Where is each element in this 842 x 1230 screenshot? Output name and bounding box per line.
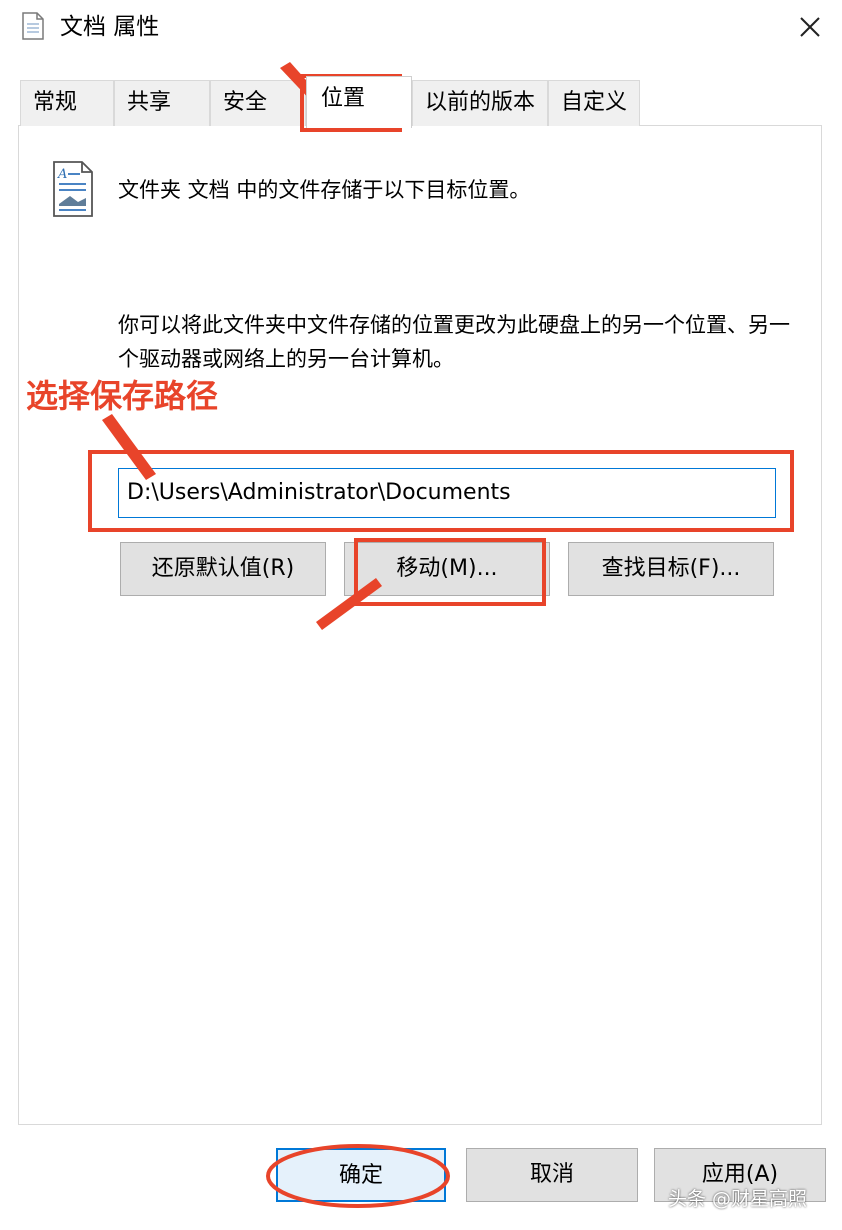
tab-panel-location — [18, 125, 822, 1125]
cancel-button[interactable]: 取消 — [466, 1148, 638, 1202]
find-target-button[interactable]: 查找目标(F)... — [568, 542, 774, 596]
storage-location-info: 文件夹 文档 中的文件存储于以下目标位置。 — [118, 178, 531, 202]
watermark: 头条 @财星高照 — [668, 1188, 808, 1210]
highlight-box-move — [354, 538, 546, 606]
tab-sharing[interactable]: 共享 — [114, 80, 210, 126]
highlight-box-path — [88, 450, 794, 532]
tab-customize[interactable]: 自定义 — [548, 80, 640, 126]
tab-security[interactable]: 安全 — [210, 80, 306, 126]
tab-general[interactable]: 常规 — [20, 80, 114, 126]
document-folder-icon: A — [53, 161, 93, 217]
move-description: 你可以将此文件夹中文件存储的位置更改为此硬盘上的另一个位置、另一个驱动器或网络上… — [118, 313, 790, 371]
annotation-label: 选择保存路径 — [26, 377, 219, 415]
tab-previous-versions[interactable]: 以前的版本 — [412, 80, 548, 126]
window-title: 文档 属性 — [60, 14, 160, 40]
tab-location[interactable]: 位置 — [306, 76, 412, 128]
close-icon[interactable] — [782, 6, 836, 48]
restore-default-button[interactable]: 还原默认值(R) — [120, 542, 326, 596]
ok-button[interactable]: 确定 — [276, 1148, 446, 1202]
svg-text:A: A — [57, 167, 67, 182]
title-bar: 文档 属性 — [0, 0, 842, 56]
document-icon — [22, 12, 44, 40]
